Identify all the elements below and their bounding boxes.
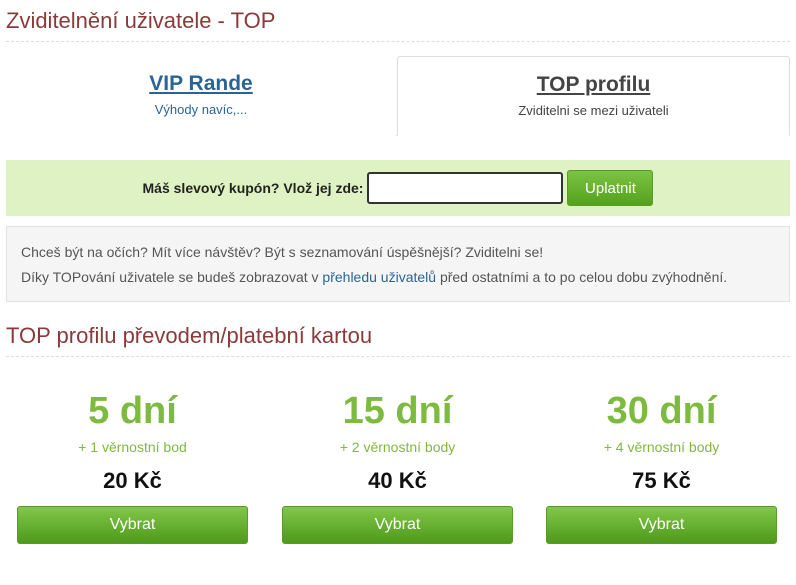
apply-coupon-button[interactable]: Uplatnit <box>567 170 654 206</box>
plan-price: 20 Kč <box>103 468 162 493</box>
select-plan-button[interactable]: Vybrat <box>546 506 777 544</box>
coupon-label: Máš slevový kupón? Vlož jej zde: <box>142 180 364 196</box>
plan-duration: 5 dní <box>88 390 177 432</box>
coupon-bar: Máš slevový kupón? Vlož jej zde: Uplatni… <box>6 160 790 216</box>
select-plan-button[interactable]: Vybrat <box>17 506 248 544</box>
tab-vip-rande-title[interactable]: VIP Rande <box>149 72 252 96</box>
info-line-2: Díky TOPování uživatele se budeš zobrazo… <box>21 265 775 290</box>
plan-bonus: + 2 věrnostní body <box>339 439 456 455</box>
info-box: Chceš být na očích? Mít více návštěv? Bý… <box>6 226 790 302</box>
plan-duration: 15 dní <box>342 390 453 432</box>
info-line-1: Chceš být na očích? Mít více návštěv? Bý… <box>21 244 544 260</box>
tab-top-profilu-subtitle: Zviditelni se mezi uživateli <box>518 103 669 118</box>
tab-vip-rande-subtitle: Výhody navíc,... <box>154 102 248 117</box>
tab-top-profilu-title[interactable]: TOP profilu <box>537 73 651 97</box>
info-line-2-end: před ostatními a to po celou dobu zvýhod… <box>436 269 728 285</box>
plan-duration: 30 dní <box>606 390 717 432</box>
plan-card: 15 dní + 2 věrnostní body 40 Kč Vybrat <box>282 385 513 544</box>
pricing-title: TOP profilu převodem/platební kartou <box>6 323 373 348</box>
plan-price: 40 Kč <box>368 468 427 493</box>
plan-bonus: + 4 věrnostní body <box>603 439 720 455</box>
select-plan-button[interactable]: Vybrat <box>282 506 513 544</box>
users-overview-link[interactable]: přehledu uživatelů <box>322 269 436 285</box>
coupon-input[interactable] <box>367 172 564 204</box>
plan-price: 75 Kč <box>632 468 691 493</box>
tab-top-profilu[interactable]: TOP profilu Zviditelni se mezi uživateli <box>397 56 790 136</box>
plan-bonus: + 1 věrnostní bod <box>78 439 187 455</box>
tab-vip-rande[interactable]: VIP Rande Výhody navíc,... <box>6 56 396 136</box>
tab-bar: VIP Rande Výhody navíc,... TOP profilu Z… <box>6 56 790 136</box>
divider <box>6 41 790 42</box>
divider <box>6 356 790 357</box>
page-title: Zviditelnění uživatele - TOP <box>6 8 276 33</box>
plan-card: 5 dní + 1 věrnostní bod 20 Kč Vybrat <box>17 385 248 544</box>
info-line-2-start: Díky TOPování uživatele se budeš zobrazo… <box>21 269 323 285</box>
plan-card: 30 dní + 4 věrnostní body 75 Kč Vybrat <box>546 385 777 544</box>
